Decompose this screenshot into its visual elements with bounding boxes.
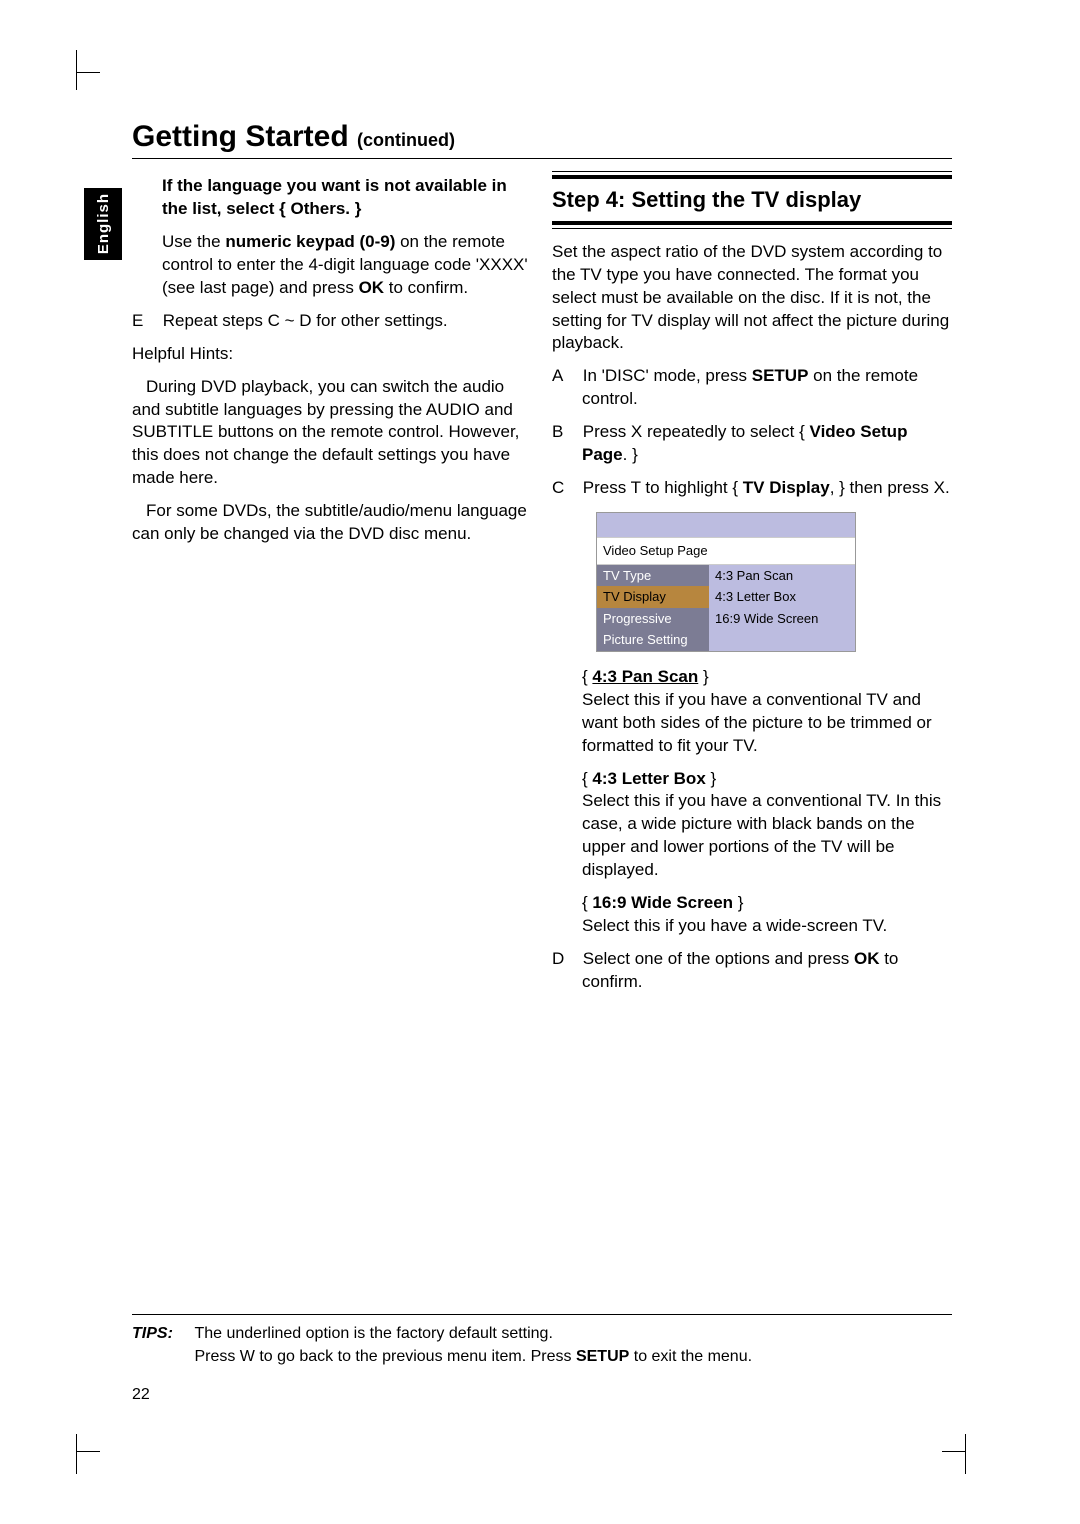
language-tab-label: English <box>95 193 112 254</box>
osd-left-item: Picture Setting <box>597 629 709 651</box>
left-column: If the language you want is not availabl… <box>132 175 532 1004</box>
osd-left-item: Progressive <box>597 608 709 630</box>
helpful-hints-label: Helpful Hints: <box>132 343 532 366</box>
option-pan-scan: { 4:3 Pan Scan } Select this if you have… <box>552 666 952 758</box>
osd-right-item: 16:9 Wide Screen <box>709 608 855 630</box>
option-wide-screen: { 16:9 Wide Screen } Select this if you … <box>552 892 952 938</box>
osd-menu-right: 4:3 Pan Scan 4:3 Letter Box 16:9 Wide Sc… <box>709 565 855 651</box>
osd-left-item-selected: TV Display <box>597 586 709 608</box>
page-title: Getting Started (continued) <box>132 120 952 159</box>
osd-right-item: 4:3 Letter Box <box>709 586 855 608</box>
page-title-main: Getting Started <box>132 120 349 153</box>
osd-menu-left: TV Type TV Display Progressive Picture S… <box>597 565 709 651</box>
osd-right-item: 4:3 Pan Scan <box>709 565 855 587</box>
tips-body: The underlined option is the factory def… <box>194 1323 934 1368</box>
step-e: E Repeat steps C ~ D for other settings. <box>132 310 532 333</box>
step-d: D Select one of the options and press OK… <box>552 948 952 994</box>
step-letter-b: B <box>552 421 578 444</box>
osd-menu-header <box>597 513 855 537</box>
crop-mark <box>76 1434 100 1474</box>
helpful-hints-2: For some DVDs, the subtitle/audio/menu l… <box>132 500 532 546</box>
crop-mark <box>942 1434 966 1474</box>
page-title-continued: (continued) <box>357 130 455 150</box>
helpful-hints-1: During DVD playback, you can switch the … <box>132 376 532 491</box>
step-4-heading: Step 4: Setting the TV display <box>552 175 952 225</box>
step-letter-c: C <box>552 477 578 500</box>
keypad-instruction: Use the numeric keypad (0-9) on the remo… <box>162 231 532 300</box>
option-letter-box: { 4:3 Letter Box } Select this if you ha… <box>552 768 952 883</box>
osd-left-item: TV Type <box>597 565 709 587</box>
step-letter-a: A <box>552 365 578 388</box>
step-a: A In 'DISC' mode, press SETUP on the rem… <box>552 365 952 411</box>
tips-box: TIPS: The underlined option is the facto… <box>132 1314 952 1368</box>
osd-menu: Video Setup Page TV Type TV Display Prog… <box>596 512 856 652</box>
crop-mark <box>76 50 100 90</box>
step4-intro: Set the aspect ratio of the DVD system a… <box>552 241 952 356</box>
right-column: Step 4: Setting the TV display Set the a… <box>552 175 952 1004</box>
others-heading: If the language you want is not availabl… <box>162 175 532 221</box>
step-c: C Press T to highlight { TV Display, } t… <box>552 477 952 500</box>
language-tab: English <box>84 188 122 260</box>
osd-menu-title: Video Setup Page <box>597 537 855 565</box>
step-b: B Press X repeatedly to select { Video S… <box>552 421 952 467</box>
step-letter-d: D <box>552 948 578 971</box>
step-letter-e: E <box>132 310 158 333</box>
tips-label: TIPS: <box>132 1323 190 1345</box>
page-number: 22 <box>132 1386 150 1404</box>
